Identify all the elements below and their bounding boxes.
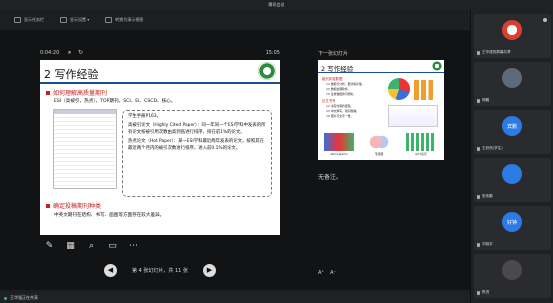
timer-bar: 0:04:20 ⏸ ↻ 15:05: [40, 49, 280, 60]
next-slide-button[interactable]: ▶: [203, 263, 216, 277]
next-bullet-1: 组织实验数据: [322, 77, 343, 81]
elapsed-time: 0:04:20: [40, 50, 60, 56]
university-logo: [258, 62, 276, 80]
swap-view-icon: [105, 17, 113, 23]
clock-time: 15:05: [265, 50, 280, 56]
meeting-window: 腾讯会议 显示任务栏 显示设置 ▾ 转换为演示视图 0:04:20 ⏸ ↻ 15…: [0, 0, 553, 303]
next-line-1: (1) 数据与分析，要清晰易懂。: [326, 82, 365, 86]
title-divider: [40, 82, 280, 84]
avatar: [502, 68, 522, 88]
grid-view-icon[interactable]: ▦: [65, 240, 76, 251]
participant-name: 王华强的屏幕共享: [477, 50, 511, 55]
avatar: 好钟: [502, 212, 522, 232]
toolbar-display-settings-button[interactable]: 显示设置 ▾: [60, 17, 89, 23]
window-title: 腾讯会议: [0, 0, 553, 10]
next-line-2: (2) 数据处理软件。: [326, 87, 351, 91]
participant-name: 陈进: [477, 290, 489, 295]
next-university-logo: [432, 61, 442, 71]
sharing-indicator-icon: [4, 296, 7, 300]
next-bullet-2: 论文书写: [322, 99, 336, 103]
slide-table-image: [53, 109, 117, 189]
slide-line-2: 中英文期刊在结构、书写、画图等方面存在较大差异。: [54, 213, 165, 218]
participant-tile[interactable]: 王华强的屏幕共享: [474, 14, 551, 58]
slide-pager: ◀ 第 4 张幻灯片，共 11 张 ▶: [104, 262, 216, 278]
nomogram-image: [324, 133, 354, 151]
notes-font-controls: A⁺ A⁻: [318, 270, 336, 276]
slide-tools: ✎ ▦ ⌕ ▭ ⋯: [44, 240, 139, 251]
participant-name: 张伟鹏: [477, 194, 493, 199]
participant-tile[interactable]: 宾鹏 王欣然(学生): [474, 110, 551, 154]
toolbar-taskbar-button[interactable]: 显示任务栏: [14, 17, 44, 23]
share-status-text: 王华强正在共享: [10, 295, 38, 300]
avatar: [502, 164, 522, 184]
current-slide: 2 写作经验 如何理解高质量期刊 ESI（高被引，热点），TOP期刊，SCI、E…: [40, 60, 280, 235]
speaker-notes: 无备注。: [318, 174, 343, 181]
toolbar-display-settings-label: 显示设置 ▾: [70, 17, 90, 22]
avatar: [502, 260, 522, 280]
slide-note-box: 学生手册P163。 高被引论文（Highly Cited Paper）：同一年同…: [122, 110, 272, 197]
note-paragraph-2: 高被引论文（Highly Cited Paper）：同一年同一个ESI学科中发表…: [128, 123, 266, 135]
caption-1: Nomograms: [330, 152, 348, 156]
taskbar-icon: [14, 17, 21, 23]
presenter-toolbar: 显示任务栏 显示设置 ▾ 转换为演示视图: [0, 10, 470, 30]
font-larger-button[interactable]: A⁺: [318, 270, 324, 276]
participant-tile[interactable]: 张伟鹏: [474, 158, 551, 202]
note-paragraph-1: 学生手册P163。: [128, 114, 161, 119]
display-settings-icon: [60, 17, 67, 23]
next-chart-image: [388, 105, 438, 127]
participant-sidebar: 王华强的屏幕共享 邢鹏 宾鹏 王欣然(学生) 张伟鹏 好钟 刘晓宇 陈进: [470, 10, 553, 303]
participant-name: 邢鹏: [477, 98, 489, 103]
mic-icon: [477, 146, 480, 151]
toolbar-taskbar-label: 显示任务栏: [24, 17, 44, 22]
screen-icon[interactable]: ▭: [107, 240, 118, 251]
participant-name: 王欣然(学生): [477, 146, 503, 151]
mic-icon: [477, 194, 480, 199]
participant-tile[interactable]: 好钟 刘晓宇: [474, 206, 551, 250]
zoom-icon[interactable]: ⌕: [86, 240, 97, 251]
mic-icon: [477, 50, 480, 55]
note-paragraph-3: 热点论文（Hot Paper）：某一ESI学科最近两年发表的论文，按照其在最近两…: [128, 139, 264, 151]
venn-image: [364, 133, 394, 151]
caption-3: GCT表示: [415, 152, 427, 156]
previous-slide-button[interactable]: ◀: [104, 263, 117, 277]
next-line-3: (3) 注重数据的可视化。: [326, 92, 357, 96]
share-status: 王华强正在共享: [0, 293, 470, 303]
caption-2: 韦恩图: [374, 152, 384, 156]
mic-icon: [477, 98, 480, 103]
slide-bullet-2: 确定投稿期刊种类: [46, 201, 101, 210]
avatar: [502, 20, 522, 40]
participant-name: 刘晓宇: [477, 242, 493, 247]
pin-icon[interactable]: [543, 18, 547, 22]
next-line-4: (1) 书写时保持逻辑。: [326, 104, 354, 108]
pen-icon[interactable]: ✎: [44, 240, 55, 251]
pause-icon[interactable]: ⏸: [68, 49, 71, 57]
toolbar-swap-view-label: 转换为演示视图: [115, 17, 144, 22]
next-slide-label: 下一张幻灯片: [318, 51, 349, 57]
slide-counter: 第 4 张幻灯片，共 11 张: [132, 267, 188, 274]
more-icon[interactable]: ⋯: [128, 240, 139, 251]
slide-bullet-1: 如何理解高质量期刊: [46, 88, 107, 97]
participant-tile[interactable]: 邢鹏: [474, 62, 551, 106]
reset-icon[interactable]: ↻: [78, 49, 83, 56]
next-bar-image: [414, 80, 438, 100]
next-line-5: (2) 中文撰写，用词准确。: [326, 109, 359, 113]
avatar: 宾鹏: [502, 116, 522, 136]
mic-icon: [477, 290, 480, 295]
participant-tile[interactable]: 陈进: [474, 254, 551, 298]
font-smaller-button[interactable]: A⁻: [330, 270, 336, 276]
next-line-6: (3) 图片与文字一致。: [326, 114, 354, 118]
slide-line-1: ESI（高被引，热点），TOP期刊，SCI、EI、CSCD、核心。: [54, 99, 176, 104]
next-pie-image: [388, 78, 410, 100]
next-title-divider: [318, 72, 444, 73]
gct-image: [406, 133, 436, 151]
mic-icon: [477, 242, 480, 247]
slide-title: 2 写作经验: [44, 68, 99, 81]
next-slide-preview[interactable]: 2 写作经验 组织实验数据 (1) 数据与分析，要清晰易懂。 (2) 数据处理软…: [318, 60, 444, 160]
toolbar-swap-view-button[interactable]: 转换为演示视图: [105, 17, 143, 23]
